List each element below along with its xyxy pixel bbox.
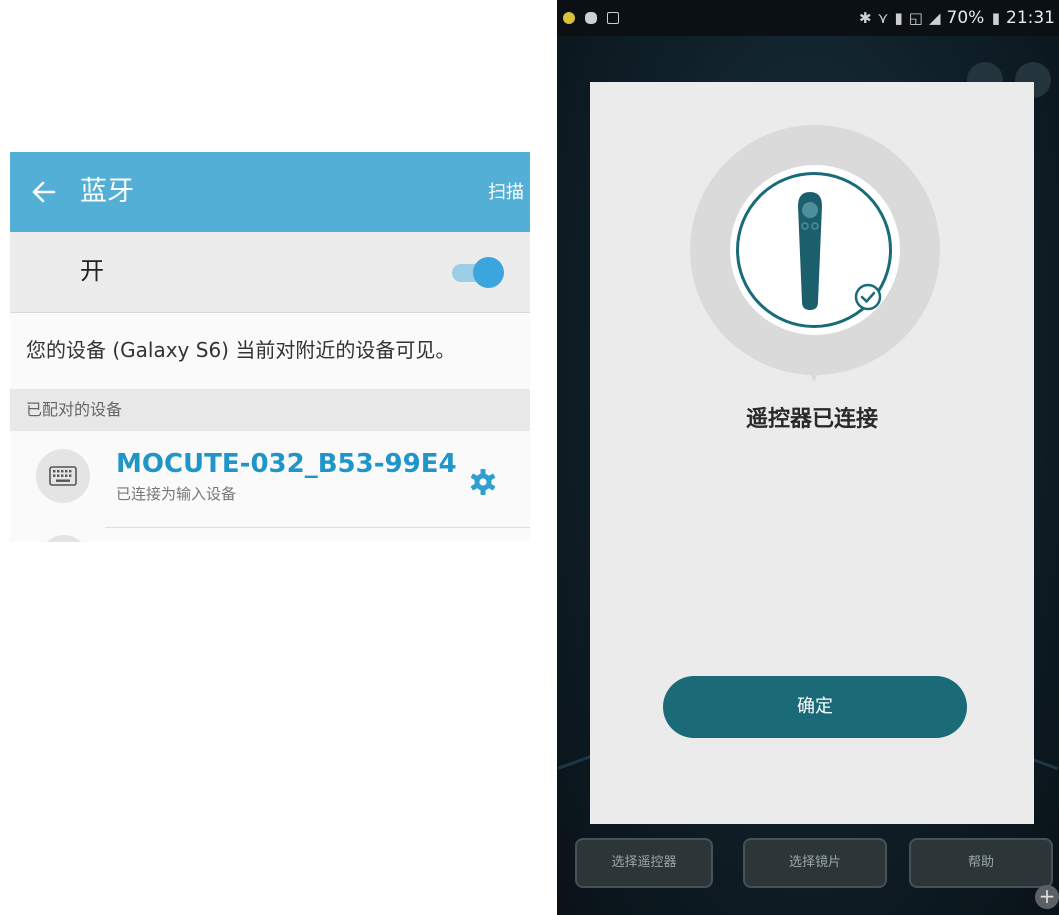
next-device-icon xyxy=(40,535,88,542)
device-status: 已连接为输入设备 xyxy=(116,485,237,503)
bottom-toolbar: 选择遥控器 选择镜片 帮助 xyxy=(557,838,1059,888)
status-bar: ✱ ⋎ ▮ ◱ ◢ 70% ▮ 21:31 xyxy=(557,0,1059,36)
keyboard-icon xyxy=(49,466,77,486)
connection-dialog: 遥控器已连接 确定 xyxy=(590,82,1034,824)
switch-thumb xyxy=(473,257,504,288)
visibility-text: 您的设备 (Galaxy S6) 当前对附近的设备可见。 xyxy=(26,338,456,362)
remote-controller-icon xyxy=(798,192,822,310)
device-name: MOCUTE-032_B53-99E4 xyxy=(116,449,457,479)
bluetooth-switch[interactable] xyxy=(450,256,506,288)
check-icon xyxy=(854,283,882,311)
app-notification-icon xyxy=(563,12,575,24)
help-button[interactable]: 帮助 xyxy=(909,838,1053,888)
bluetooth-icon: ✱ xyxy=(858,9,872,27)
paired-device-item[interactable]: MOCUTE-032_B53-99E4 已连接为输入设备 xyxy=(10,431,530,542)
bluetooth-settings-panel: 蓝牙 扫描 开 您的设备 (Galaxy S6) 当前对附近的设备可见。 已配对… xyxy=(10,152,530,542)
visibility-info: 您的设备 (Galaxy S6) 当前对附近的设备可见。 xyxy=(10,313,530,389)
battery-level: 70% xyxy=(946,8,985,28)
scan-button[interactable]: 扫描 xyxy=(488,180,524,206)
divider xyxy=(105,527,530,528)
illustration-pointer xyxy=(800,354,828,382)
clock: 21:31 xyxy=(1006,8,1055,28)
device-icon-circle xyxy=(36,449,90,503)
signal-icon: ◢ xyxy=(928,9,941,27)
gear-icon[interactable] xyxy=(468,467,498,497)
status-indicators: ✱ ⋎ ▮ ◱ ◢ 70% ▮ 21:31 xyxy=(859,6,1055,30)
add-button[interactable]: + xyxy=(1035,885,1059,909)
battery-icon: ▮ xyxy=(991,9,1000,27)
bluetooth-header: 蓝牙 扫描 xyxy=(10,152,530,232)
chat-notification-icon xyxy=(585,12,597,24)
ok-button[interactable]: 确定 xyxy=(663,676,967,738)
bluetooth-toggle-row[interactable]: 开 xyxy=(10,232,530,313)
sim-icon: ▮ xyxy=(894,9,903,27)
back-arrow-icon[interactable] xyxy=(28,176,60,208)
page-title: 蓝牙 xyxy=(80,176,134,207)
dialog-title: 遥控器已连接 xyxy=(745,407,878,432)
select-controller-button[interactable]: 选择遥控器 xyxy=(575,838,713,888)
select-lens-button[interactable]: 选择镜片 xyxy=(743,838,887,888)
vibrate-icon: ⋎ xyxy=(877,9,889,27)
paired-devices-header: 已配对的设备 xyxy=(10,389,530,431)
section-label: 已配对的设备 xyxy=(26,400,123,419)
image-notification-icon xyxy=(607,12,619,24)
data-icon: ◱ xyxy=(908,9,923,27)
toggle-label: 开 xyxy=(80,257,104,285)
phone-screen: ✱ ⋎ ▮ ◱ ◢ 70% ▮ 21:31 遥控器已连接 确定 选择遥控器 选择镜片 帮助 … xyxy=(557,0,1059,915)
